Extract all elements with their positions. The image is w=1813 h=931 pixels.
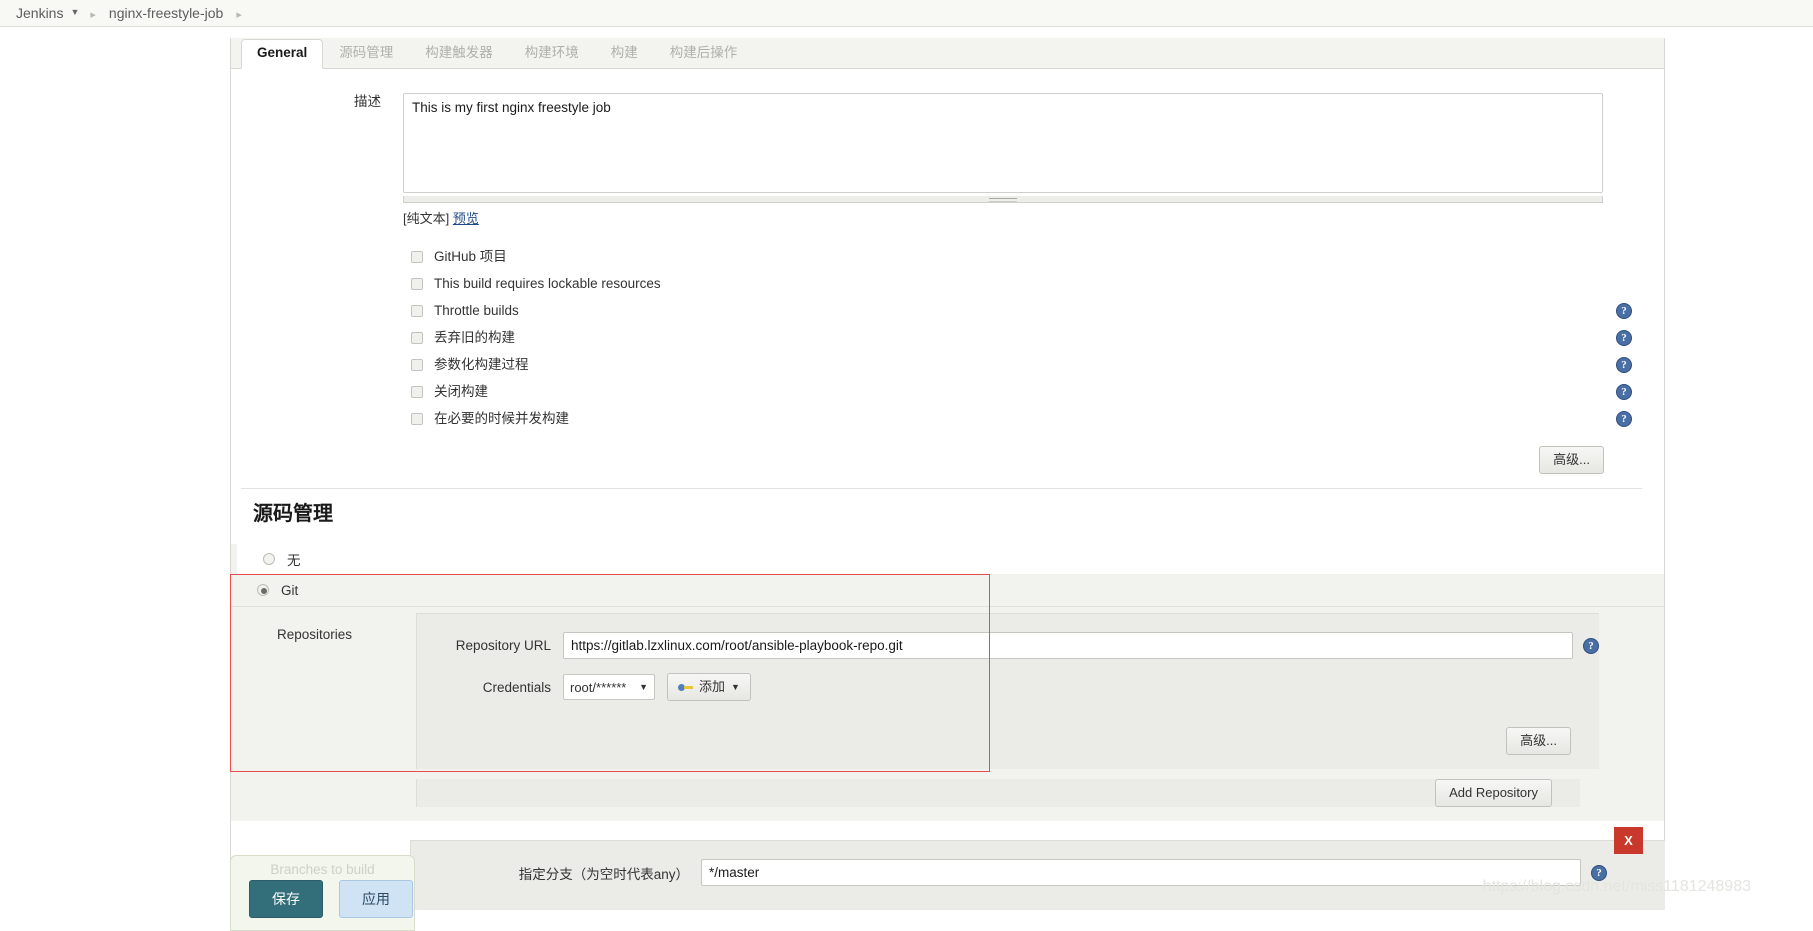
job-config-panel: General 源码管理 构建触发器 构建环境 构建 构建后操作 描述 [纯文本… [230, 38, 1665, 898]
credentials-label: Credentials [443, 680, 563, 695]
description-row: 描述 [纯文本] 预览 [231, 69, 1664, 227]
save-button[interactable]: 保存 [249, 880, 323, 918]
watermark-text: https://blog.csdn.net/miss1181248983 [1483, 878, 1751, 896]
description-field-wrap: [纯文本] 预览 [403, 93, 1603, 227]
general-advanced-wrap: 高级... [231, 432, 1664, 474]
git-block-spacer [1641, 607, 1664, 769]
repositories-label: Repositories [231, 607, 416, 769]
option-label: Throttle builds [434, 303, 519, 319]
tab-post-build-actions[interactable]: 构建后操作 [654, 39, 754, 68]
breadcrumb-item-job[interactable]: nginx-freestyle-job [107, 5, 225, 21]
checkbox-throttle-builds[interactable] [411, 305, 423, 317]
description-label: 描述 [231, 93, 403, 111]
scm-options-wrap: 无 Git Repositories Repository URL ? [231, 544, 1664, 821]
radio-scm-none[interactable] [263, 553, 275, 565]
plaintext-label: [纯文本] [403, 211, 449, 226]
branch-spec-input[interactable] [701, 859, 1581, 886]
credentials-select[interactable]: root/****** ▼ [563, 674, 655, 700]
save-buttons-wrap: 保存 应用 [231, 880, 414, 918]
option-throttle-builds[interactable]: Throttle builds ? [411, 297, 1664, 324]
checkbox-lockable-resources[interactable] [411, 278, 423, 290]
checkbox-parameterized-build[interactable] [411, 359, 423, 371]
help-icon-discard-old-builds[interactable]: ? [1616, 330, 1632, 346]
description-links: [纯文本] 预览 [403, 208, 1603, 227]
textarea-resize-grip[interactable] [403, 196, 1603, 203]
breadcrumb-item-jenkins[interactable]: Jenkins [14, 5, 65, 21]
delete-repository-button[interactable]: X [1614, 827, 1643, 854]
scm-section-title: 源码管理 [231, 489, 1664, 526]
breadcrumb-separator-icon-2: ▸ [225, 8, 253, 21]
help-icon-disable-build[interactable]: ? [1616, 384, 1632, 400]
repository-url-row: Repository URL ? [417, 628, 1599, 663]
breadcrumb-separator-icon: ▸ [79, 8, 107, 21]
add-repository-wrap: Add Repository [416, 779, 1580, 807]
chevron-down-icon: ▼ [639, 682, 648, 692]
repository-advanced-button[interactable]: 高级... [1506, 727, 1571, 755]
option-concurrent-builds[interactable]: 在必要的时候并发构建 ? [411, 405, 1664, 432]
option-label: 丢弃旧的构建 [434, 330, 515, 346]
general-options-list: GitHub 项目 This build requires lockable r… [231, 243, 1664, 432]
chevron-down-icon[interactable]: ▼ [70, 7, 79, 17]
tab-source-code-management[interactable]: 源码管理 [323, 39, 409, 68]
checkbox-disable-build[interactable] [411, 386, 423, 398]
option-label: 关闭构建 [434, 384, 488, 400]
add-credentials-label: 添加 [699, 679, 725, 695]
repository-url-input[interactable] [563, 632, 1573, 659]
branch-spec-label: 指定分支（为空时代表any） [411, 863, 701, 883]
tab-build-environment[interactable]: 构建环境 [509, 39, 595, 68]
spacer-right [1622, 779, 1664, 807]
scm-option-label: 无 [287, 549, 301, 569]
help-icon-repository-url[interactable]: ? [1583, 638, 1599, 654]
help-icon-throttle-builds[interactable]: ? [1616, 303, 1632, 319]
option-label: 在必要的时候并发构建 [434, 411, 569, 427]
option-label: GitHub 项目 [434, 249, 507, 265]
tab-general[interactable]: General [241, 39, 323, 69]
spacer [231, 779, 416, 807]
option-disable-build[interactable]: 关闭构建 ? [411, 378, 1664, 405]
add-repository-button[interactable]: Add Repository [1435, 779, 1552, 807]
repository-url-label: Repository URL [443, 638, 563, 653]
tab-build[interactable]: 构建 [595, 39, 654, 68]
branches-to-build-block: X 指定分支（为空时代表any） ? [410, 840, 1665, 910]
key-icon [678, 682, 693, 693]
breadcrumb: Jenkins ▼ ▸ nginx-freestyle-job ▸ [0, 0, 1813, 27]
checkbox-concurrent-builds[interactable] [411, 413, 423, 425]
help-icon-concurrent-builds[interactable]: ? [1616, 411, 1632, 427]
chevron-down-icon: ▼ [731, 679, 740, 695]
option-label: 参数化构建过程 [434, 357, 529, 373]
repository-fields: Repository URL ? Credentials root/******… [416, 613, 1599, 769]
scm-option-label: Git [281, 583, 298, 598]
git-repositories-block: Repositories Repository URL ? Credential… [231, 606, 1664, 769]
branches-to-build-label: Branches to build [231, 862, 414, 880]
help-icon-parameterized-build[interactable]: ? [1616, 357, 1632, 373]
checkbox-github-project[interactable] [411, 251, 423, 263]
config-form-body: 描述 [纯文本] 预览 GitHub 项目 This build require… [231, 69, 1664, 821]
scm-option-none[interactable]: 无 [231, 544, 1664, 574]
add-credentials-button[interactable]: 添加 ▼ [667, 673, 751, 701]
repo-advanced-wrap: 高级... [417, 705, 1599, 755]
credentials-selected-value: root/****** [570, 680, 626, 695]
preview-link[interactable]: 预览 [453, 211, 479, 226]
save-toolbar: Branches to build 保存 应用 [230, 855, 415, 931]
radio-scm-git[interactable] [257, 584, 269, 596]
apply-button[interactable]: 应用 [339, 880, 413, 918]
option-github-project[interactable]: GitHub 项目 [411, 243, 1664, 270]
option-parameterized-build[interactable]: 参数化构建过程 ? [411, 351, 1664, 378]
branch-spec-row: 指定分支（为空时代表any） ? [411, 855, 1665, 890]
option-discard-old-builds[interactable]: 丢弃旧的构建 ? [411, 324, 1664, 351]
option-lockable-resources[interactable]: This build requires lockable resources [411, 270, 1664, 297]
description-input[interactable] [403, 93, 1603, 193]
add-repository-row: Add Repository [231, 769, 1664, 821]
tab-build-triggers[interactable]: 构建触发器 [409, 39, 509, 68]
scm-option-git[interactable]: Git [231, 574, 1664, 606]
config-tab-strip: General 源码管理 构建触发器 构建环境 构建 构建后操作 [231, 38, 1664, 69]
general-advanced-button[interactable]: 高级... [1539, 446, 1604, 474]
option-label: This build requires lockable resources [434, 276, 661, 292]
checkbox-discard-old-builds[interactable] [411, 332, 423, 344]
credentials-row: Credentials root/****** ▼ 添加 ▼ [417, 663, 1599, 705]
